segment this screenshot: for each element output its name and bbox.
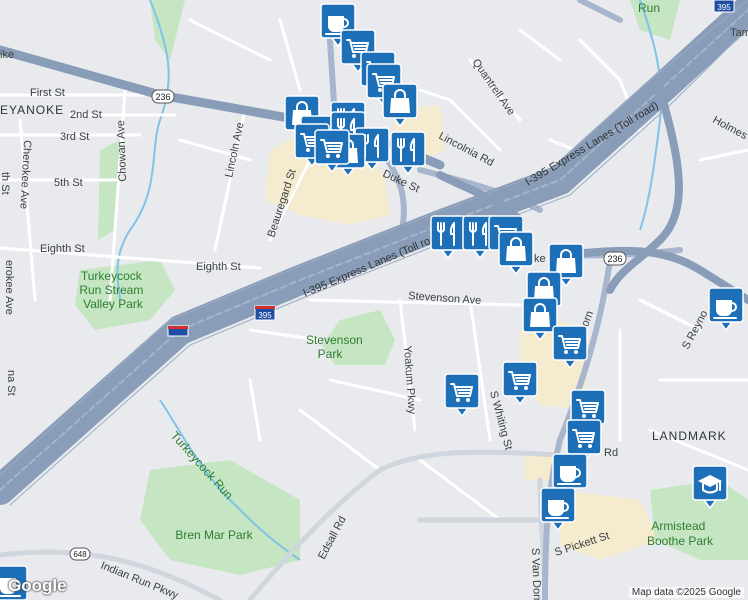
svg-text:395: 395 xyxy=(717,3,731,12)
map-canvas[interactable]: Turkeycock Run Stream Valley Park Steven… xyxy=(0,0,748,600)
label-keyanoke: EYANOKE xyxy=(0,103,64,117)
shield-236-right: 236 xyxy=(603,251,627,266)
shield-395-top: 395 xyxy=(713,0,735,13)
label-2nd-st: 2nd St xyxy=(70,109,102,121)
label-s-van-dorn-lower: S Van Dorn xyxy=(529,548,543,600)
svg-text:236: 236 xyxy=(155,92,170,102)
label-tam: Tam xyxy=(730,27,748,39)
svg-text:648: 648 xyxy=(73,550,87,559)
label-first-st: First St xyxy=(30,87,65,99)
label-3rd-st: 3rd St xyxy=(60,131,89,143)
shield-395-lower xyxy=(167,325,189,337)
google-logo: Google xyxy=(8,576,67,595)
park-label-bren-mar: Bren Mar Park xyxy=(175,528,253,542)
label-run: Run xyxy=(638,1,660,15)
label-eighth-st: Eighth St xyxy=(196,261,241,273)
label-ike: ike xyxy=(0,49,14,61)
label-na-st: na St xyxy=(5,370,17,396)
park-label-armistead: Armistead Boothe Park xyxy=(647,519,714,548)
label-5th-st: 5th St xyxy=(54,177,83,189)
label-rd: Rd xyxy=(604,447,618,459)
label-ke: ke xyxy=(534,253,546,265)
shield-648: 648 xyxy=(69,547,91,561)
map-attribution: Map data ©2025 Google xyxy=(628,587,744,598)
svg-text:236: 236 xyxy=(607,254,622,264)
label-eighth-st-left: Eighth St xyxy=(40,243,85,255)
label-erokee-ave: erokee Ave xyxy=(3,260,15,315)
shield-236-left: 236 xyxy=(151,89,175,104)
label-th-st: th St xyxy=(0,172,11,195)
label-landmark: LANDMARK xyxy=(652,429,727,443)
label-chowan-ave: Chowan Ave xyxy=(115,120,129,182)
park-label-turkeycock: Turkeycock Run Stream Valley Park xyxy=(79,269,146,311)
shield-395: 395 xyxy=(254,305,276,321)
svg-text:395: 395 xyxy=(258,311,272,320)
